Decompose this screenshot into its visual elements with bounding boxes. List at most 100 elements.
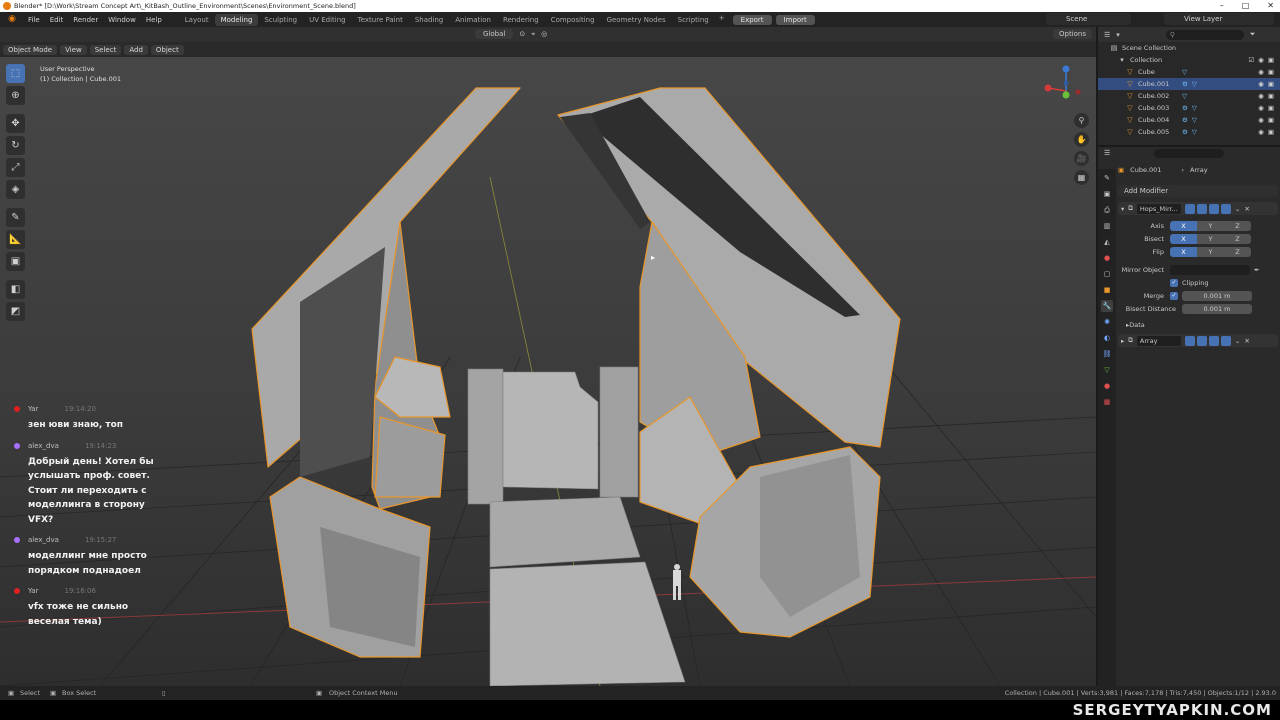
mirror-object-field[interactable] — [1170, 264, 1250, 275]
eyedropper-icon[interactable]: ✒ — [1254, 266, 1259, 274]
array-modifier-header[interactable]: ▸ ⧉ Array ⌄ ✕ — [1118, 334, 1278, 347]
outliner-editor-icon[interactable]: ☰ — [1104, 31, 1110, 39]
eye-icon[interactable]: ◉ — [1258, 56, 1264, 64]
modifier-menu-icon[interactable]: ⌄ — [1235, 337, 1240, 345]
maximize-icon[interactable]: □ — [1242, 0, 1250, 12]
axis-x-toggle[interactable]: X — [1170, 220, 1197, 231]
bisect-z-toggle[interactable]: Z — [1224, 233, 1251, 244]
tab-texture-paint[interactable]: Texture Paint — [352, 14, 409, 26]
tab-animation[interactable]: Animation — [449, 14, 497, 26]
export-button[interactable]: Export — [732, 14, 772, 25]
camera-icon[interactable]: ▣ — [1268, 92, 1274, 100]
close-icon[interactable]: ✕ — [1267, 0, 1274, 12]
measure-tool-icon[interactable]: 📐 — [6, 230, 25, 249]
modifier-name-field[interactable]: Hops_Mirr... — [1136, 203, 1181, 214]
proportional-edit-icon[interactable]: ◎ — [541, 30, 547, 38]
render-display-icon[interactable] — [1220, 203, 1231, 214]
axis-y-toggle[interactable]: Y — [1197, 220, 1224, 231]
outliner-search-input[interactable]: ⚲ — [1165, 29, 1244, 40]
axis-z-toggle[interactable]: Z — [1224, 220, 1251, 231]
move-tool-icon[interactable]: ✥ — [6, 114, 25, 133]
tab-scripting[interactable]: Scripting — [672, 14, 715, 26]
ortho-grid-icon[interactable]: ▦ — [1074, 170, 1089, 185]
edit-mode-icon[interactable] — [1184, 203, 1195, 214]
pan-hand-icon[interactable]: ✋ — [1074, 132, 1089, 147]
camera-icon[interactable]: ▣ — [1268, 56, 1274, 64]
collection-tab-icon[interactable]: ▢ — [1101, 268, 1113, 280]
collapse-chevron-icon[interactable]: ▾ — [1121, 205, 1124, 213]
tab-layout[interactable]: Layout — [179, 14, 215, 26]
render-tab-icon[interactable]: ▣ — [1101, 188, 1113, 200]
object-mode-dropdown[interactable]: Object Mode — [3, 44, 58, 55]
camera-icon[interactable]: ▣ — [1268, 116, 1274, 124]
bisect-x-toggle[interactable]: X — [1170, 233, 1197, 244]
outliner-item[interactable]: ▽ Cube.002 ▽ ◉ ▣ — [1098, 90, 1280, 102]
outliner-item[interactable]: ▽ Cube ▽ ◉ ▣ — [1098, 66, 1280, 78]
mirror-modifier-header[interactable]: ▾ ⧉ Hops_Mirr... ⌄ ✕ — [1118, 202, 1278, 215]
checkbox-icon[interactable]: ☑ — [1248, 56, 1254, 64]
material-tab-icon[interactable]: ● — [1101, 380, 1113, 392]
scene-tab-icon[interactable]: ◭ — [1101, 236, 1113, 248]
outliner-item-selected[interactable]: ▽ Cube.001 ⚙ ▽ ◉ ▣ — [1098, 78, 1280, 90]
properties-search-input[interactable] — [1154, 148, 1225, 158]
eye-icon[interactable]: ◉ — [1258, 68, 1264, 76]
minimize-icon[interactable]: – — [1220, 0, 1224, 12]
orientation-dropdown[interactable]: Global — [475, 29, 514, 39]
blender-menu-icon[interactable]: ◉ — [5, 14, 19, 25]
bisect-y-toggle[interactable]: Y — [1197, 233, 1224, 244]
eye-icon[interactable]: ◉ — [1258, 116, 1264, 124]
navigation-gizmo[interactable] — [1038, 63, 1088, 113]
world-tab-icon[interactable]: ● — [1101, 252, 1113, 264]
modifier-name-field[interactable]: Array — [1136, 335, 1181, 346]
add-workspace-icon[interactable]: + — [715, 14, 729, 26]
clipping-checkbox[interactable]: ✓ — [1170, 278, 1178, 287]
data-tab-icon[interactable]: ▽ — [1101, 364, 1113, 376]
tab-sculpting[interactable]: Sculpting — [258, 14, 303, 26]
hardops-tool-icon[interactable]: ◧ — [6, 280, 25, 299]
flip-z-toggle[interactable]: Z — [1224, 246, 1251, 257]
properties-editor-icon[interactable]: ☰ — [1104, 149, 1110, 157]
tab-modeling[interactable]: Modeling — [214, 13, 259, 26]
eye-icon[interactable]: ◉ — [1258, 92, 1264, 100]
object-tab-icon[interactable]: ■ — [1101, 284, 1113, 296]
outliner-item[interactable]: ▽ Cube.004 ⚙ ▽ ◉ ▣ — [1098, 114, 1280, 126]
viewport-display-icon[interactable] — [1208, 335, 1219, 346]
cage-icon[interactable] — [1196, 335, 1207, 346]
cursor-tool-icon[interactable]: ⊕ — [6, 86, 25, 105]
output-tab-icon[interactable]: ⎙ — [1101, 204, 1113, 216]
camera-icon[interactable]: ▣ — [1268, 104, 1274, 112]
menu-help[interactable]: Help — [141, 16, 167, 24]
options-dropdown[interactable]: Options — [1052, 29, 1092, 39]
edit-mode-icon[interactable] — [1184, 335, 1195, 346]
menu-window[interactable]: Window — [103, 16, 141, 24]
tab-shading[interactable]: Shading — [409, 14, 449, 26]
camera-icon[interactable]: ▣ — [1268, 128, 1274, 136]
tab-rendering[interactable]: Rendering — [497, 14, 545, 26]
tab-uv-editing[interactable]: UV Editing — [303, 14, 352, 26]
flip-x-toggle[interactable]: X — [1170, 246, 1197, 257]
menu-render[interactable]: Render — [68, 16, 103, 24]
add-menu[interactable]: Add — [124, 44, 148, 55]
select-menu[interactable]: Select — [89, 44, 122, 55]
expand-chevron-icon[interactable]: ▸ — [1121, 337, 1124, 345]
bisect-distance-field[interactable]: 0.001 m — [1182, 303, 1252, 314]
annotate-tool-icon[interactable]: ✎ — [6, 208, 25, 227]
select-box-tool-icon[interactable]: ⬚ — [6, 64, 25, 83]
camera-view-icon[interactable]: 🎥 — [1074, 151, 1089, 166]
outliner-display-icon[interactable]: ▾ — [1116, 31, 1120, 39]
particles-tab-icon[interactable]: ✺ — [1101, 316, 1113, 328]
constraints-tab-icon[interactable]: ⛓ — [1101, 348, 1113, 360]
render-display-icon[interactable] — [1220, 335, 1231, 346]
boxcutter-tool-icon[interactable]: ◩ — [6, 302, 25, 321]
outliner-collection[interactable]: ▾ Collection ☑ ◉ ▣ — [1098, 54, 1280, 66]
view-layer-selector[interactable]: View Layer — [1164, 13, 1274, 25]
cage-icon[interactable] — [1196, 203, 1207, 214]
add-modifier-dropdown[interactable]: Add Modifier — [1118, 185, 1278, 197]
scene-selector[interactable]: Scene — [1046, 13, 1131, 25]
modifier-menu-icon[interactable]: ⌄ — [1235, 205, 1240, 213]
outliner-item[interactable]: ▽ Cube.005 ⚙ ▽ ◉ ▣ — [1098, 126, 1280, 138]
3d-viewport[interactable]: ▸ ⬚ ⊕ ✥ ↻ ⤢ ◈ ✎ 📐 ▣ ◧ ◩ User Perspective… — [0, 57, 1096, 686]
merge-checkbox[interactable]: ✓ — [1170, 291, 1178, 300]
camera-icon[interactable]: ▣ — [1268, 68, 1274, 76]
import-button[interactable]: Import — [775, 14, 815, 25]
